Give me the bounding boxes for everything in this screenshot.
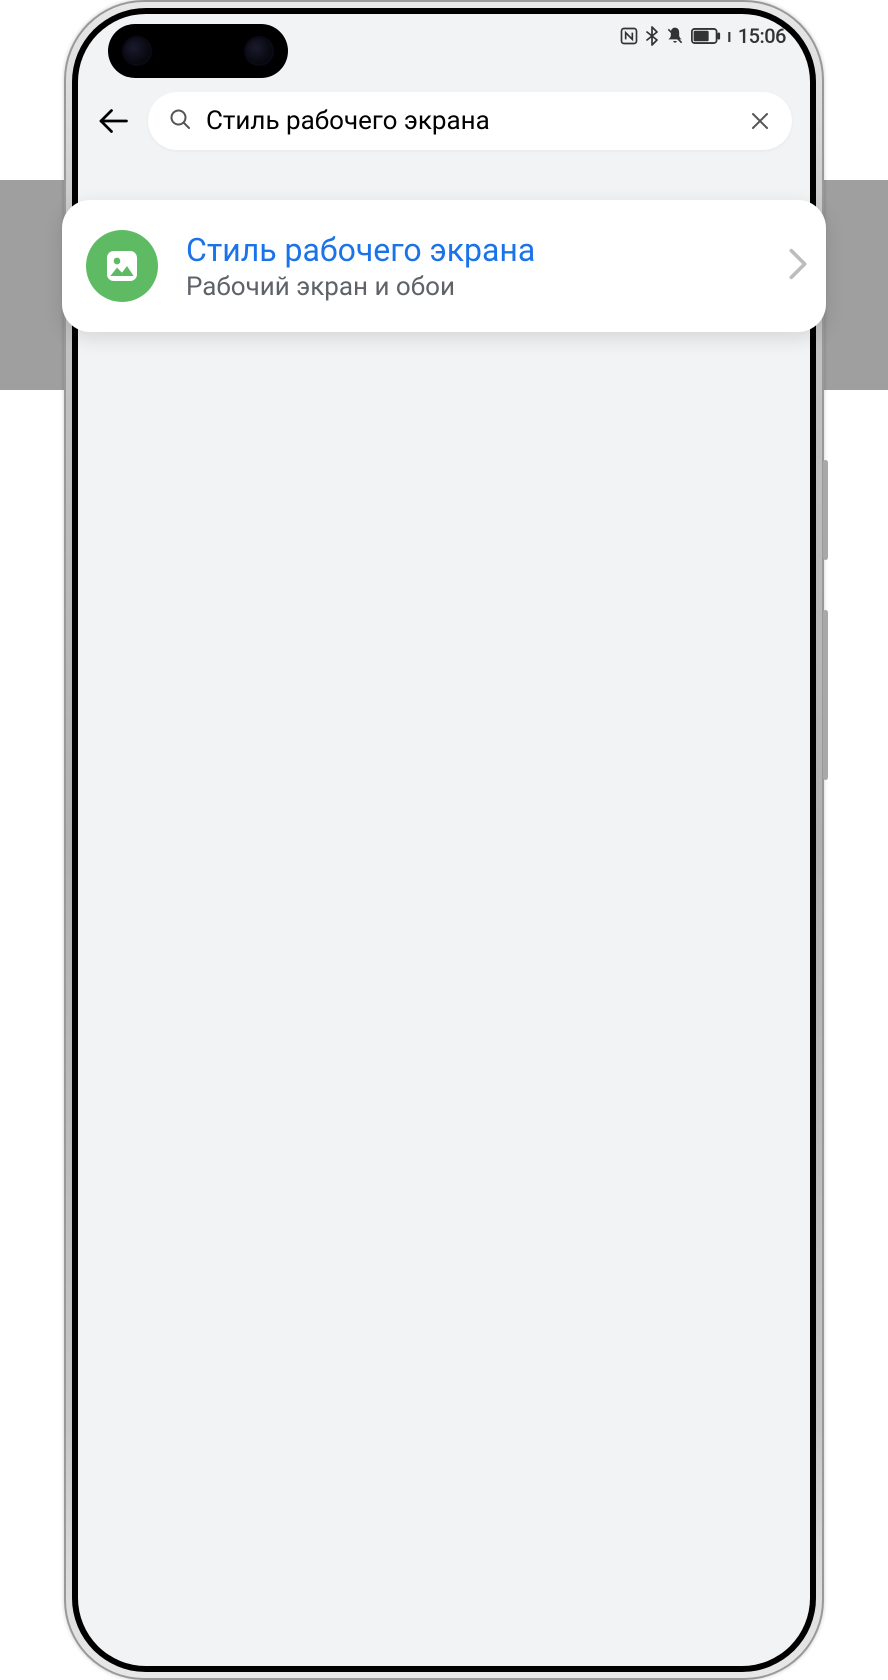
battery-divider-icon: ı	[727, 26, 732, 47]
result-title: Стиль рабочего экрана	[186, 230, 760, 270]
back-button[interactable]	[86, 94, 140, 148]
battery-icon	[691, 28, 721, 44]
mute-icon	[665, 26, 685, 46]
side-button-1	[823, 460, 828, 560]
nfc-icon	[619, 26, 639, 46]
clock: 15:06	[738, 24, 786, 48]
close-icon	[748, 109, 772, 133]
search-header	[78, 84, 810, 158]
search-input[interactable]	[206, 106, 734, 136]
bluetooth-icon	[645, 26, 659, 46]
camera-lens	[122, 36, 152, 66]
result-subtitle: Рабочий экран и обои	[186, 272, 760, 302]
arrow-left-icon	[95, 103, 131, 139]
chevron-right-icon	[788, 247, 808, 285]
camera-pill	[108, 24, 288, 78]
clear-search-button[interactable]	[748, 109, 772, 133]
search-result-home-style[interactable]: Стиль рабочего экрана Рабочий экран и об…	[86, 230, 808, 302]
camera-lens	[244, 36, 274, 66]
wallpaper-icon	[86, 230, 158, 302]
search-results-card: Стиль рабочего экрана Рабочий экран и об…	[62, 200, 826, 332]
search-field-container[interactable]	[148, 92, 792, 150]
search-icon	[168, 107, 192, 135]
side-button-2	[823, 610, 828, 780]
